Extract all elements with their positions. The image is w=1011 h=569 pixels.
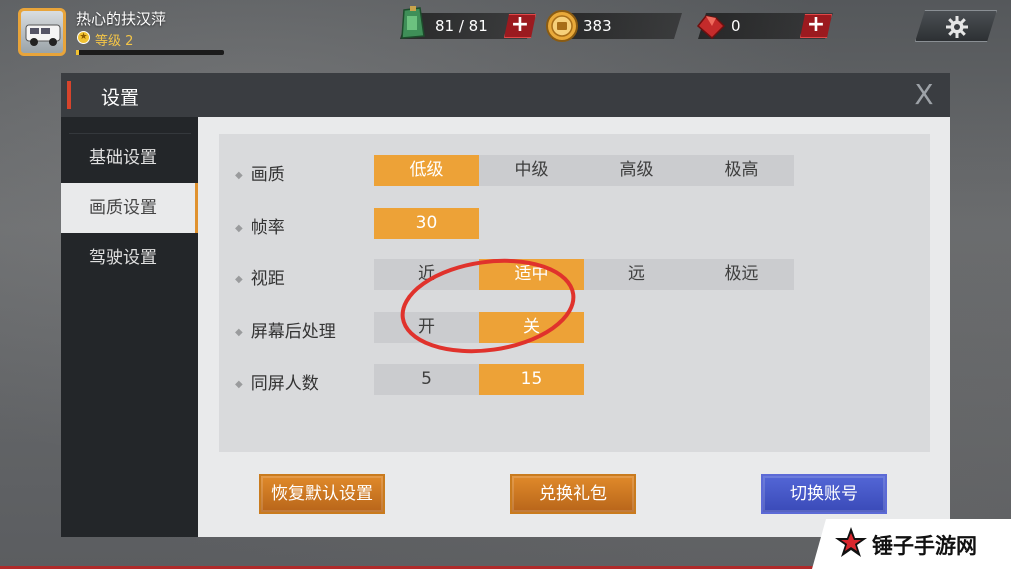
site-watermark: 锤子手游网: [812, 519, 1011, 569]
view-distance-option-near[interactable]: 近: [374, 259, 479, 290]
window-header: 设置 X: [61, 73, 950, 117]
quality-option-medium[interactable]: 中级: [479, 155, 584, 186]
quality-option-high[interactable]: 高级: [584, 155, 689, 186]
fuel-can-icon: [398, 6, 426, 44]
sidebar-item-driving[interactable]: 驾驶设置: [61, 233, 198, 283]
framerate-option-30[interactable]: 30: [374, 208, 479, 239]
sidebar-item-graphics[interactable]: 画质设置: [61, 183, 198, 233]
top-hud: 热心的扶汉萍 ★ 等级 2 81 / 81 + 383 0 +: [0, 0, 1011, 60]
player-name: 热心的扶汉萍: [76, 10, 167, 28]
diamond-bullet-icon: ◆: [235, 327, 243, 338]
add-stamina-button[interactable]: +: [504, 14, 536, 38]
watermark-text: 锤子手游网: [872, 534, 977, 558]
settings-window: 设置 X 基础设置 画质设置 驾驶设置 ◆ 画质 低级 中级 高级 极高 ◆ 帧率 …: [61, 73, 950, 537]
sidebar-item-basic[interactable]: 基础设置: [61, 133, 198, 183]
van-avatar-icon[interactable]: [18, 8, 66, 56]
diamond-bullet-icon: ◆: [235, 223, 243, 234]
quality-row-label: ◆ 画质: [235, 165, 285, 185]
player-count-row-label: ◆ 同屏人数: [235, 374, 319, 394]
post-processing-row-label: ◆ 屏幕后处理: [235, 322, 336, 342]
view-distance-option-medium[interactable]: 适中: [479, 259, 584, 290]
divider: [69, 133, 191, 134]
close-icon[interactable]: X: [909, 79, 939, 111]
diamond-bullet-icon: ◆: [235, 170, 243, 181]
player-level: 等级 2: [95, 34, 134, 49]
settings-button[interactable]: [915, 10, 997, 42]
framerate-row-label: ◆ 帧率: [235, 218, 285, 238]
quality-option-ultra[interactable]: 极高: [689, 155, 794, 186]
graphics-settings-panel: ◆ 画质 低级 中级 高级 极高 ◆ 帧率 30 ◆ 视距 近 适中 远 极远 ◆ 屏幕…: [219, 134, 930, 452]
coin-value: 383: [583, 17, 612, 35]
post-processing-option-on[interactable]: 开: [374, 312, 479, 343]
settings-sidebar: 基础设置 画质设置 驾驶设置: [61, 117, 198, 537]
view-distance-row-label: ◆ 视距: [235, 269, 285, 289]
gold-coin-icon: [545, 9, 579, 47]
gem-value: 0: [731, 17, 741, 35]
ruby-gem-icon: [694, 12, 728, 44]
view-distance-option-far[interactable]: 远: [584, 259, 689, 290]
level-star-icon: ★: [77, 31, 90, 44]
quality-option-low[interactable]: 低级: [374, 155, 479, 186]
add-gem-button[interactable]: +: [800, 14, 832, 38]
redeem-gift-button[interactable]: 兑换礼包: [510, 474, 636, 514]
diamond-bullet-icon: ◆: [235, 274, 243, 285]
player-count-option-15[interactable]: 15: [479, 364, 584, 395]
window-title: 设置: [101, 87, 140, 109]
player-count-option-5[interactable]: 5: [374, 364, 479, 395]
reset-defaults-button[interactable]: 恢复默认设置: [259, 474, 385, 514]
diamond-bullet-icon: ◆: [235, 379, 243, 390]
star-logo-icon: [835, 527, 867, 557]
switch-account-button[interactable]: 切换账号: [761, 474, 887, 514]
view-distance-option-very-far[interactable]: 极远: [689, 259, 794, 290]
post-processing-option-off[interactable]: 关: [479, 312, 584, 343]
stamina-value: 81 / 81: [435, 17, 488, 35]
header-accent: [67, 81, 71, 109]
xp-bar: [76, 50, 224, 55]
gear-icon: [946, 16, 968, 38]
